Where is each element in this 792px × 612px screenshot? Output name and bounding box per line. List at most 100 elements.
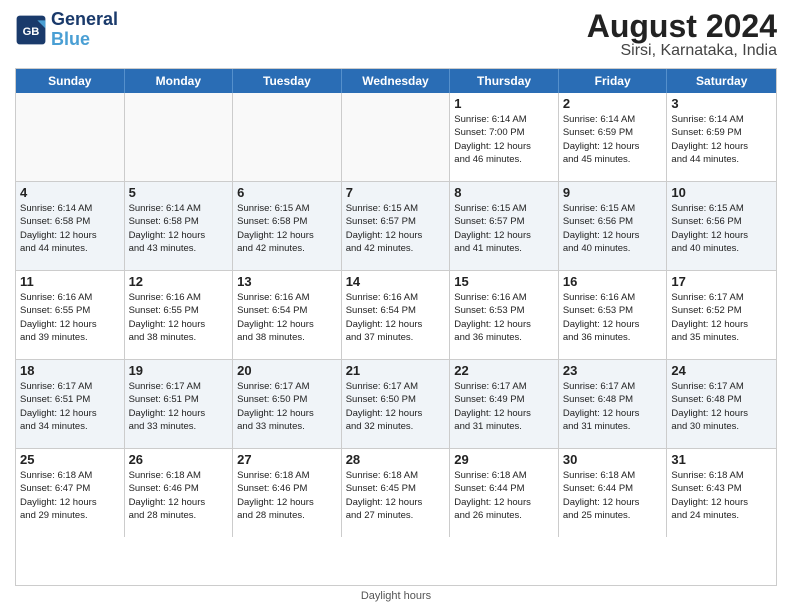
day-header-thursday: Thursday bbox=[450, 69, 559, 93]
logo-icon: GB bbox=[15, 14, 47, 46]
calendar-cell-25: 25Sunrise: 6:18 AM Sunset: 6:47 PM Dayli… bbox=[16, 449, 125, 537]
day-number: 2 bbox=[563, 96, 663, 111]
cell-info: Sunrise: 6:15 AM Sunset: 6:56 PM Dayligh… bbox=[671, 202, 772, 255]
cell-info: Sunrise: 6:18 AM Sunset: 6:45 PM Dayligh… bbox=[346, 469, 446, 522]
day-number: 6 bbox=[237, 185, 337, 200]
calendar-cell-9: 9 Sunrise: 6:15 AM Sunset: 6:56 PM Daylig… bbox=[559, 182, 668, 270]
cell-info: Sunrise: 6:18 AM Sunset: 6:44 PM Dayligh… bbox=[563, 469, 663, 522]
calendar-cell-22: 22Sunrise: 6:17 AM Sunset: 6:49 PM Dayli… bbox=[450, 360, 559, 448]
day-number: 17 bbox=[671, 274, 772, 289]
day-number: 27 bbox=[237, 452, 337, 467]
cell-info: Sunrise: 6:15 AM Sunset: 6:58 PM Dayligh… bbox=[237, 202, 337, 255]
day-number: 11 bbox=[20, 274, 120, 289]
calendar-cell-11: 11 Sunrise: 6:16 AM Sunset: 6:55 PM Dayli… bbox=[16, 271, 125, 359]
day-number: 26 bbox=[129, 452, 229, 467]
calendar-week-2: 4 Sunrise: 6:14 AM Sunset: 6:58 PM Daylig… bbox=[16, 182, 776, 271]
cell-info: Sunrise: 6:17 AM Sunset: 6:51 PM Dayligh… bbox=[129, 380, 229, 433]
calendar-body: 1 Sunrise: 6:14 AM Sunset: 7:00 PM Daylig… bbox=[16, 93, 776, 537]
calendar-cell-24: 24 Sunrise: 6:17 AM Sunset: 6:48 PM Dayli… bbox=[667, 360, 776, 448]
calendar-cell-2: 2 Sunrise: 6:14 AM Sunset: 6:59 PM Daylig… bbox=[559, 93, 668, 181]
day-number: 1 bbox=[454, 96, 554, 111]
calendar-cell-26: 26 Sunrise: 6:18 AM Sunset: 6:46 PM Dayli… bbox=[125, 449, 234, 537]
calendar-week-3: 11 Sunrise: 6:16 AM Sunset: 6:55 PM Dayli… bbox=[16, 271, 776, 360]
day-number: 12 bbox=[129, 274, 229, 289]
cell-info: Sunrise: 6:16 AM Sunset: 6:53 PM Dayligh… bbox=[563, 291, 663, 344]
title-section: August 2024 Sirsi, Karnataka, India bbox=[587, 10, 777, 60]
calendar-cell-28: 28 Sunrise: 6:18 AM Sunset: 6:45 PM Dayli… bbox=[342, 449, 451, 537]
calendar-cell-27: 27 Sunrise: 6:18 AM Sunset: 6:46 PM Dayli… bbox=[233, 449, 342, 537]
logo-line1: General bbox=[51, 10, 118, 30]
cell-info: Sunrise: 6:15 AM Sunset: 6:56 PM Dayligh… bbox=[563, 202, 663, 255]
logo-text: General Blue bbox=[51, 10, 118, 50]
day-number: 29 bbox=[454, 452, 554, 467]
calendar-cell-4: 4 Sunrise: 6:14 AM Sunset: 6:58 PM Daylig… bbox=[16, 182, 125, 270]
day-number: 5 bbox=[129, 185, 229, 200]
day-number: 24 bbox=[671, 363, 772, 378]
day-number: 7 bbox=[346, 185, 446, 200]
calendar-cell-empty-w0-d3 bbox=[342, 93, 451, 181]
calendar-week-5: 25Sunrise: 6:18 AM Sunset: 6:47 PM Dayli… bbox=[16, 449, 776, 537]
cell-info: Sunrise: 6:18 AM Sunset: 6:46 PM Dayligh… bbox=[237, 469, 337, 522]
calendar-header: SundayMondayTuesdayWednesdayThursdayFrid… bbox=[16, 69, 776, 93]
cell-info: Sunrise: 6:16 AM Sunset: 6:55 PM Dayligh… bbox=[129, 291, 229, 344]
cell-info: Sunrise: 6:17 AM Sunset: 6:52 PM Dayligh… bbox=[671, 291, 772, 344]
calendar-cell-14: 14Sunrise: 6:16 AM Sunset: 6:54 PM Dayli… bbox=[342, 271, 451, 359]
calendar-cell-7: 7Sunrise: 6:15 AM Sunset: 6:57 PM Daylig… bbox=[342, 182, 451, 270]
calendar-cell-5: 5Sunrise: 6:14 AM Sunset: 6:58 PM Daylig… bbox=[125, 182, 234, 270]
calendar-title: August 2024 bbox=[587, 10, 777, 42]
cell-info: Sunrise: 6:17 AM Sunset: 6:48 PM Dayligh… bbox=[563, 380, 663, 433]
calendar-cell-6: 6 Sunrise: 6:15 AM Sunset: 6:58 PM Daylig… bbox=[233, 182, 342, 270]
cell-info: Sunrise: 6:16 AM Sunset: 6:55 PM Dayligh… bbox=[20, 291, 120, 344]
day-number: 20 bbox=[237, 363, 337, 378]
calendar-cell-31: 31 Sunrise: 6:18 AM Sunset: 6:43 PM Dayli… bbox=[667, 449, 776, 537]
cell-info: Sunrise: 6:16 AM Sunset: 6:54 PM Dayligh… bbox=[346, 291, 446, 344]
calendar-cell-empty-w0-d1 bbox=[125, 93, 234, 181]
calendar-cell-13: 13Sunrise: 6:16 AM Sunset: 6:54 PM Dayli… bbox=[233, 271, 342, 359]
calendar-week-1: 1 Sunrise: 6:14 AM Sunset: 7:00 PM Daylig… bbox=[16, 93, 776, 182]
cell-info: Sunrise: 6:18 AM Sunset: 6:44 PM Dayligh… bbox=[454, 469, 554, 522]
header: GB General Blue August 2024 Sirsi, Karna… bbox=[15, 10, 777, 60]
calendar-cell-16: 16 Sunrise: 6:16 AM Sunset: 6:53 PM Dayli… bbox=[559, 271, 668, 359]
calendar-cell-17: 17 Sunrise: 6:17 AM Sunset: 6:52 PM Dayli… bbox=[667, 271, 776, 359]
day-header-sunday: Sunday bbox=[16, 69, 125, 93]
day-header-monday: Monday bbox=[125, 69, 234, 93]
cell-info: Sunrise: 6:14 AM Sunset: 7:00 PM Dayligh… bbox=[454, 113, 554, 166]
svg-text:GB: GB bbox=[23, 26, 40, 38]
day-number: 23 bbox=[563, 363, 663, 378]
calendar-cell-21: 21 Sunrise: 6:17 AM Sunset: 6:50 PM Dayli… bbox=[342, 360, 451, 448]
footer-note: Daylight hours bbox=[15, 590, 777, 602]
calendar-cell-12: 12 Sunrise: 6:16 AM Sunset: 6:55 PM Dayli… bbox=[125, 271, 234, 359]
day-number: 10 bbox=[671, 185, 772, 200]
day-number: 31 bbox=[671, 452, 772, 467]
calendar-cell-19: 19 Sunrise: 6:17 AM Sunset: 6:51 PM Dayli… bbox=[125, 360, 234, 448]
cell-info: Sunrise: 6:17 AM Sunset: 6:50 PM Dayligh… bbox=[346, 380, 446, 433]
cell-info: Sunrise: 6:18 AM Sunset: 6:43 PM Dayligh… bbox=[671, 469, 772, 522]
day-number: 18 bbox=[20, 363, 120, 378]
day-number: 16 bbox=[563, 274, 663, 289]
cell-info: Sunrise: 6:16 AM Sunset: 6:53 PM Dayligh… bbox=[454, 291, 554, 344]
day-number: 15 bbox=[454, 274, 554, 289]
calendar-cell-23: 23 Sunrise: 6:17 AM Sunset: 6:48 PM Dayli… bbox=[559, 360, 668, 448]
cell-info: Sunrise: 6:14 AM Sunset: 6:59 PM Dayligh… bbox=[563, 113, 663, 166]
day-number: 28 bbox=[346, 452, 446, 467]
page: GB General Blue August 2024 Sirsi, Karna… bbox=[0, 0, 792, 612]
cell-info: Sunrise: 6:18 AM Sunset: 6:47 PM Dayligh… bbox=[20, 469, 120, 522]
day-number: 9 bbox=[563, 185, 663, 200]
cell-info: Sunrise: 6:16 AM Sunset: 6:54 PM Dayligh… bbox=[237, 291, 337, 344]
calendar-cell-18: 18 Sunrise: 6:17 AM Sunset: 6:51 PM Dayli… bbox=[16, 360, 125, 448]
logo: GB General Blue bbox=[15, 10, 118, 50]
day-number: 21 bbox=[346, 363, 446, 378]
calendar-cell-8: 8Sunrise: 6:15 AM Sunset: 6:57 PM Daylig… bbox=[450, 182, 559, 270]
calendar: SundayMondayTuesdayWednesdayThursdayFrid… bbox=[15, 68, 777, 586]
calendar-cell-30: 30Sunrise: 6:18 AM Sunset: 6:44 PM Dayli… bbox=[559, 449, 668, 537]
cell-info: Sunrise: 6:17 AM Sunset: 6:51 PM Dayligh… bbox=[20, 380, 120, 433]
day-header-tuesday: Tuesday bbox=[233, 69, 342, 93]
day-number: 19 bbox=[129, 363, 229, 378]
calendar-cell-empty-w0-d0 bbox=[16, 93, 125, 181]
cell-info: Sunrise: 6:14 AM Sunset: 6:58 PM Dayligh… bbox=[20, 202, 120, 255]
cell-info: Sunrise: 6:18 AM Sunset: 6:46 PM Dayligh… bbox=[129, 469, 229, 522]
cell-info: Sunrise: 6:17 AM Sunset: 6:48 PM Dayligh… bbox=[671, 380, 772, 433]
calendar-cell-15: 15 Sunrise: 6:16 AM Sunset: 6:53 PM Dayli… bbox=[450, 271, 559, 359]
day-number: 4 bbox=[20, 185, 120, 200]
calendar-cell-10: 10 Sunrise: 6:15 AM Sunset: 6:56 PM Dayli… bbox=[667, 182, 776, 270]
